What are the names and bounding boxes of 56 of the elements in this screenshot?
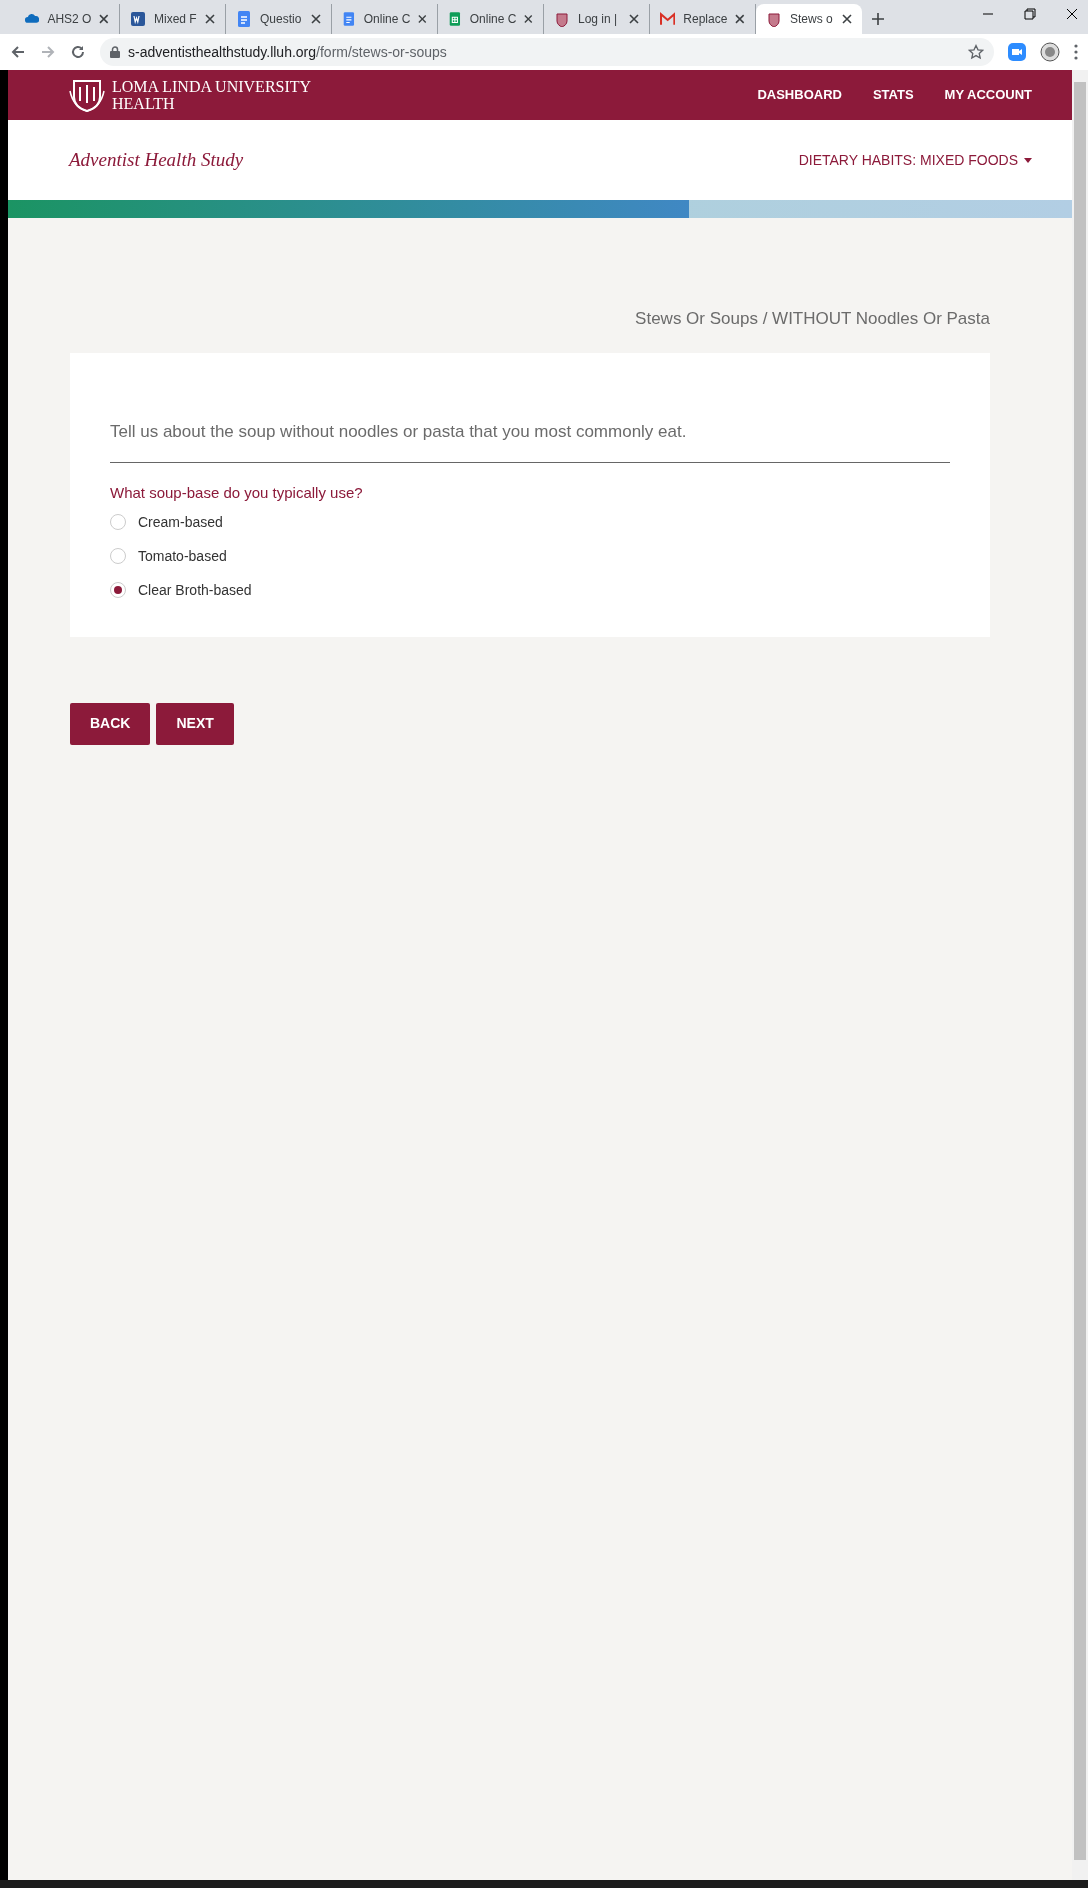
section-dropdown[interactable]: DIETARY HABITS: MIXED FOODS bbox=[798, 149, 1032, 171]
close-icon[interactable] bbox=[99, 14, 109, 24]
lock-icon bbox=[110, 46, 120, 58]
back-icon[interactable] bbox=[10, 44, 26, 60]
close-icon[interactable] bbox=[842, 14, 852, 24]
university-logo-text: LOMA LINDA UNIVERSITY HEALTH bbox=[112, 78, 312, 112]
nav-link[interactable]: STATS bbox=[872, 85, 914, 105]
scrollbar-thumb[interactable] bbox=[1074, 82, 1086, 1860]
nav-link[interactable]: MY ACCOUNT bbox=[944, 85, 1032, 105]
tab-title: Questio bbox=[260, 11, 303, 28]
crest-icon bbox=[766, 11, 782, 27]
nav-link[interactable]: DASHBOARD bbox=[757, 85, 842, 105]
restore-icon[interactable] bbox=[1024, 8, 1036, 20]
radio-button[interactable] bbox=[110, 548, 126, 564]
question-label: What soup-base do you typically use? bbox=[110, 483, 364, 503]
intro-text: Tell us about the soup without noodles or pasta that you most commonly eat. bbox=[110, 418, 950, 463]
crest-icon bbox=[554, 11, 570, 27]
radio-button[interactable] bbox=[110, 514, 126, 530]
tab-title: Replace bbox=[683, 11, 728, 28]
tab-title: Online C bbox=[363, 11, 411, 28]
address-bar[interactable]: s-adventisthealthstudy.lluh.org/form/stews-or-soups bbox=[100, 38, 994, 66]
caret-icon bbox=[1024, 157, 1032, 163]
close-icon[interactable] bbox=[418, 14, 427, 24]
close-icon[interactable] bbox=[311, 14, 321, 24]
reload-icon[interactable] bbox=[70, 44, 86, 60]
tab-title: AHS2 O bbox=[47, 11, 92, 28]
tab-title: Log in | bbox=[578, 11, 619, 28]
close-icon[interactable] bbox=[1066, 8, 1078, 20]
radio-button[interactable] bbox=[110, 582, 126, 598]
breadcrumb: Stews Or Soups / WITHOUT Noodles Or Pasta bbox=[635, 308, 990, 330]
document-icon bbox=[236, 11, 252, 27]
mail-m-icon bbox=[660, 11, 676, 27]
star-icon[interactable] bbox=[968, 44, 984, 60]
close-icon[interactable] bbox=[524, 14, 533, 24]
new-tab-icon[interactable] bbox=[872, 13, 884, 25]
study-title: Adventist Health Study bbox=[69, 147, 244, 172]
crest-logo-icon bbox=[68, 77, 106, 113]
nav-button[interactable]: NEXT bbox=[156, 702, 234, 745]
browser-tab[interactable]: Stews o bbox=[756, 4, 862, 34]
option-label[interactable]: Clear Broth-based bbox=[138, 579, 252, 601]
video-camera-icon[interactable] bbox=[1008, 43, 1026, 61]
close-icon[interactable] bbox=[205, 14, 215, 24]
document-w-icon bbox=[130, 11, 146, 27]
spreadsheet-icon bbox=[448, 11, 462, 27]
close-icon[interactable] bbox=[629, 14, 639, 24]
tab-title: Mixed F bbox=[154, 11, 197, 28]
url-text: s-adventisthealthstudy.lluh.org/form/stews-or-soups bbox=[128, 42, 448, 62]
option-label[interactable]: Cream-based bbox=[138, 511, 223, 533]
nav-button[interactable]: BACK bbox=[70, 702, 151, 745]
profile-avatar-icon[interactable] bbox=[1040, 42, 1060, 62]
document-icon bbox=[342, 11, 356, 27]
option-label[interactable]: Tomato-based bbox=[138, 545, 227, 567]
tab-title: Online C bbox=[469, 11, 517, 28]
close-icon[interactable] bbox=[735, 14, 745, 24]
menu-icon[interactable] bbox=[1074, 44, 1078, 60]
tab-title: Stews o bbox=[790, 11, 834, 28]
